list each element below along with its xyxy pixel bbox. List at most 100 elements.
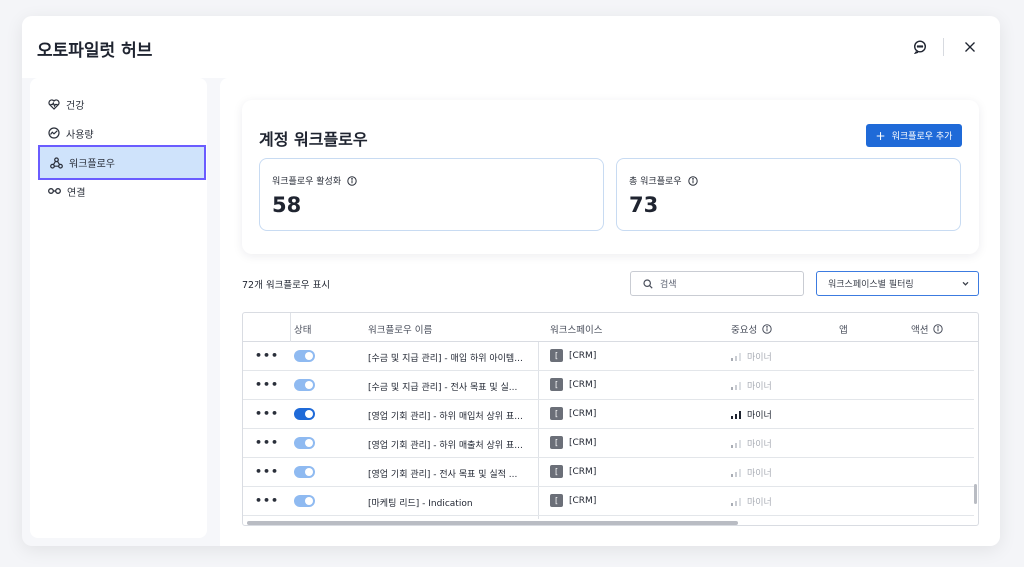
status-toggle[interactable] bbox=[294, 408, 315, 420]
status-toggle[interactable] bbox=[294, 350, 315, 362]
table-row[interactable]: ••• [수금 및 지급 관리] - 매입 하위 아이템... [ [CRM] 마이너 bbox=[243, 342, 974, 371]
add-workflow-label: 워크플로우 추가 bbox=[891, 132, 953, 142]
signal-bars-icon bbox=[731, 497, 741, 506]
more-options-icon[interactable]: ••• bbox=[255, 494, 279, 507]
sidebar-item-label: 건강 bbox=[66, 100, 85, 112]
toggle-knob bbox=[305, 381, 313, 389]
more-options-icon[interactable]: ••• bbox=[255, 465, 279, 478]
main-panel: 계정 워크플로우 + 워크플로우 추가 워크플로우 활성화 58 총 워크플로우… bbox=[220, 78, 1000, 546]
sidebar-item-health[interactable]: 건강 bbox=[38, 90, 204, 118]
autopilot-hub-window: 오토파일럿 허브 건강 사용량 워크플로우 연결 계정 워크플로우 + 워크플로… bbox=[22, 16, 1000, 546]
workflow-name-link[interactable]: [영업 기회 관리] - 하위 매출처 상위 표... bbox=[368, 438, 528, 451]
importance-label: 마이너 bbox=[747, 469, 772, 479]
close-icon[interactable] bbox=[961, 38, 979, 56]
workspace-filter-select[interactable]: 워크스페이스별 필터링 bbox=[816, 271, 979, 296]
sidebar-item-workflow[interactable]: 워크플로우 bbox=[38, 145, 206, 180]
horizontal-scrollbar[interactable] bbox=[247, 521, 738, 525]
workspace-icon: [ bbox=[550, 349, 563, 362]
importance-label: 마이너 bbox=[747, 382, 772, 392]
info-icon[interactable] bbox=[347, 175, 357, 186]
stat-value: 58 bbox=[272, 193, 302, 217]
title-bar: 오토파일럿 허브 bbox=[22, 16, 1000, 78]
sidebar-item-connection[interactable]: 연결 bbox=[38, 177, 204, 205]
workspace-cell: [ [CRM] bbox=[550, 349, 596, 362]
toggle-knob bbox=[305, 497, 313, 505]
header-action-label: 액션 bbox=[911, 325, 929, 336]
table-row[interactable]: ••• [영업 기회 관리] - 하위 매입처 상위 표... [[CRM] 마이너 bbox=[243, 400, 974, 429]
workspace-label: [CRM] bbox=[569, 466, 597, 477]
importance-label: 마이너 bbox=[747, 411, 772, 421]
importance-cell: 마이너 bbox=[731, 408, 772, 421]
search-icon bbox=[643, 278, 653, 289]
sidebar-item-label: 사용량 bbox=[66, 129, 94, 141]
workspace-label: [CRM] bbox=[569, 437, 597, 448]
importance-cell: 마이너 bbox=[731, 466, 772, 479]
vertical-scrollbar[interactable] bbox=[974, 484, 977, 504]
header-action[interactable]: 액션 bbox=[911, 322, 944, 336]
account-workflow-card: 계정 워크플로우 + 워크플로우 추가 워크플로우 활성화 58 총 워크플로우… bbox=[242, 100, 979, 254]
signal-bars-icon bbox=[731, 468, 741, 477]
more-options-icon[interactable]: ••• bbox=[255, 407, 279, 420]
table-header: 상태 워크플로우 이름 워크스페이스 중요성 앱 액션 bbox=[243, 313, 978, 342]
info-icon[interactable] bbox=[687, 175, 698, 186]
toggle-knob bbox=[305, 352, 313, 360]
header-workspace[interactable]: 워크스페이스 bbox=[550, 322, 602, 336]
toggle-knob bbox=[305, 468, 313, 476]
stat-total-workflows: 총 워크플로우 73 bbox=[616, 158, 961, 231]
toggle-knob bbox=[305, 439, 313, 447]
workflow-count-text: 72개 워크플로우 표시 bbox=[242, 280, 331, 291]
gauge-icon bbox=[48, 127, 60, 139]
sidebar-item-usage[interactable]: 사용량 bbox=[38, 119, 204, 147]
plus-icon: + bbox=[875, 128, 886, 143]
workspace-icon: [ bbox=[550, 465, 563, 478]
workspace-icon: [ bbox=[550, 494, 563, 507]
workflow-name-link[interactable]: [수금 및 지급 관리] - 매입 하위 아이템... bbox=[368, 351, 528, 364]
workspace-cell: [[CRM] bbox=[550, 494, 596, 507]
importance-label: 마이너 bbox=[747, 498, 772, 508]
importance-label: 마이너 bbox=[747, 440, 772, 450]
table-row[interactable]: ••• [영업 기회 관리] - 하위 매출처 상위 표... [[CRM] 마이너 bbox=[243, 429, 974, 458]
chevron-down-icon bbox=[962, 281, 969, 286]
signal-bars-icon bbox=[731, 381, 741, 390]
more-options-icon[interactable]: ••• bbox=[255, 349, 279, 362]
status-toggle[interactable] bbox=[294, 466, 315, 478]
workspace-cell: [[CRM] bbox=[550, 378, 596, 391]
workflow-name-link[interactable]: [수금 및 지급 관리] - 전사 목표 및 실... bbox=[368, 380, 528, 393]
more-options-icon[interactable]: ••• bbox=[255, 436, 279, 449]
more-options-icon[interactable]: ••• bbox=[255, 378, 279, 391]
info-icon[interactable] bbox=[762, 324, 772, 334]
workflow-icon bbox=[50, 156, 63, 169]
workflow-name-link[interactable]: [영업 기회 관리] - 전사 목표 및 실적 ... bbox=[368, 467, 528, 480]
workspace-cell: [ [CRM] bbox=[550, 465, 596, 478]
workspace-label: [CRM] bbox=[569, 350, 597, 361]
link-icon bbox=[48, 188, 61, 194]
signal-bars-icon bbox=[731, 439, 741, 448]
header-importance-label: 중요성 bbox=[731, 325, 758, 336]
table-row[interactable]: ••• [수금 및 지급 관리] - 전사 목표 및 실... [[CRM] 마이너 bbox=[243, 371, 974, 400]
workspace-label: [CRM] bbox=[569, 379, 597, 390]
header-name[interactable]: 워크플로우 이름 bbox=[368, 322, 432, 336]
info-icon[interactable] bbox=[933, 324, 944, 334]
window-title: 오토파일럿 허브 bbox=[37, 41, 153, 61]
workflow-name-link[interactable]: [마케팅 리드] - Indication bbox=[368, 496, 528, 509]
importance-cell: 마이너 bbox=[731, 350, 772, 363]
sidebar: 건강 사용량 워크플로우 연결 bbox=[30, 78, 207, 538]
header-status[interactable]: 상태 bbox=[294, 322, 311, 336]
header-app[interactable]: 앱 bbox=[839, 322, 848, 336]
status-toggle[interactable] bbox=[294, 495, 315, 507]
table-row[interactable]: ••• [마케팅 리드] - Indication [[CRM] 마이너 bbox=[243, 487, 974, 516]
column-divider bbox=[290, 313, 291, 342]
workspace-icon: [ bbox=[550, 407, 563, 420]
workflow-name-link[interactable]: [영업 기회 관리] - 하위 매입처 상위 표... bbox=[368, 409, 528, 422]
search-input[interactable]: 검색 bbox=[630, 271, 804, 296]
chat-icon[interactable] bbox=[911, 38, 929, 56]
importance-cell: 마이너 bbox=[731, 379, 772, 392]
add-workflow-button[interactable]: + 워크플로우 추가 bbox=[866, 124, 962, 147]
status-toggle[interactable] bbox=[294, 379, 315, 391]
table-row[interactable]: ••• [영업 기회 관리] - 전사 목표 및 실적 ... [ [CRM] 마이너 bbox=[243, 458, 974, 487]
header-importance[interactable]: 중요성 bbox=[731, 322, 772, 336]
status-toggle[interactable] bbox=[294, 437, 315, 449]
stat-label: 워크플로우 활성화 bbox=[272, 177, 342, 187]
workspace-cell: [[CRM] bbox=[550, 407, 596, 420]
toggle-knob bbox=[305, 410, 313, 418]
